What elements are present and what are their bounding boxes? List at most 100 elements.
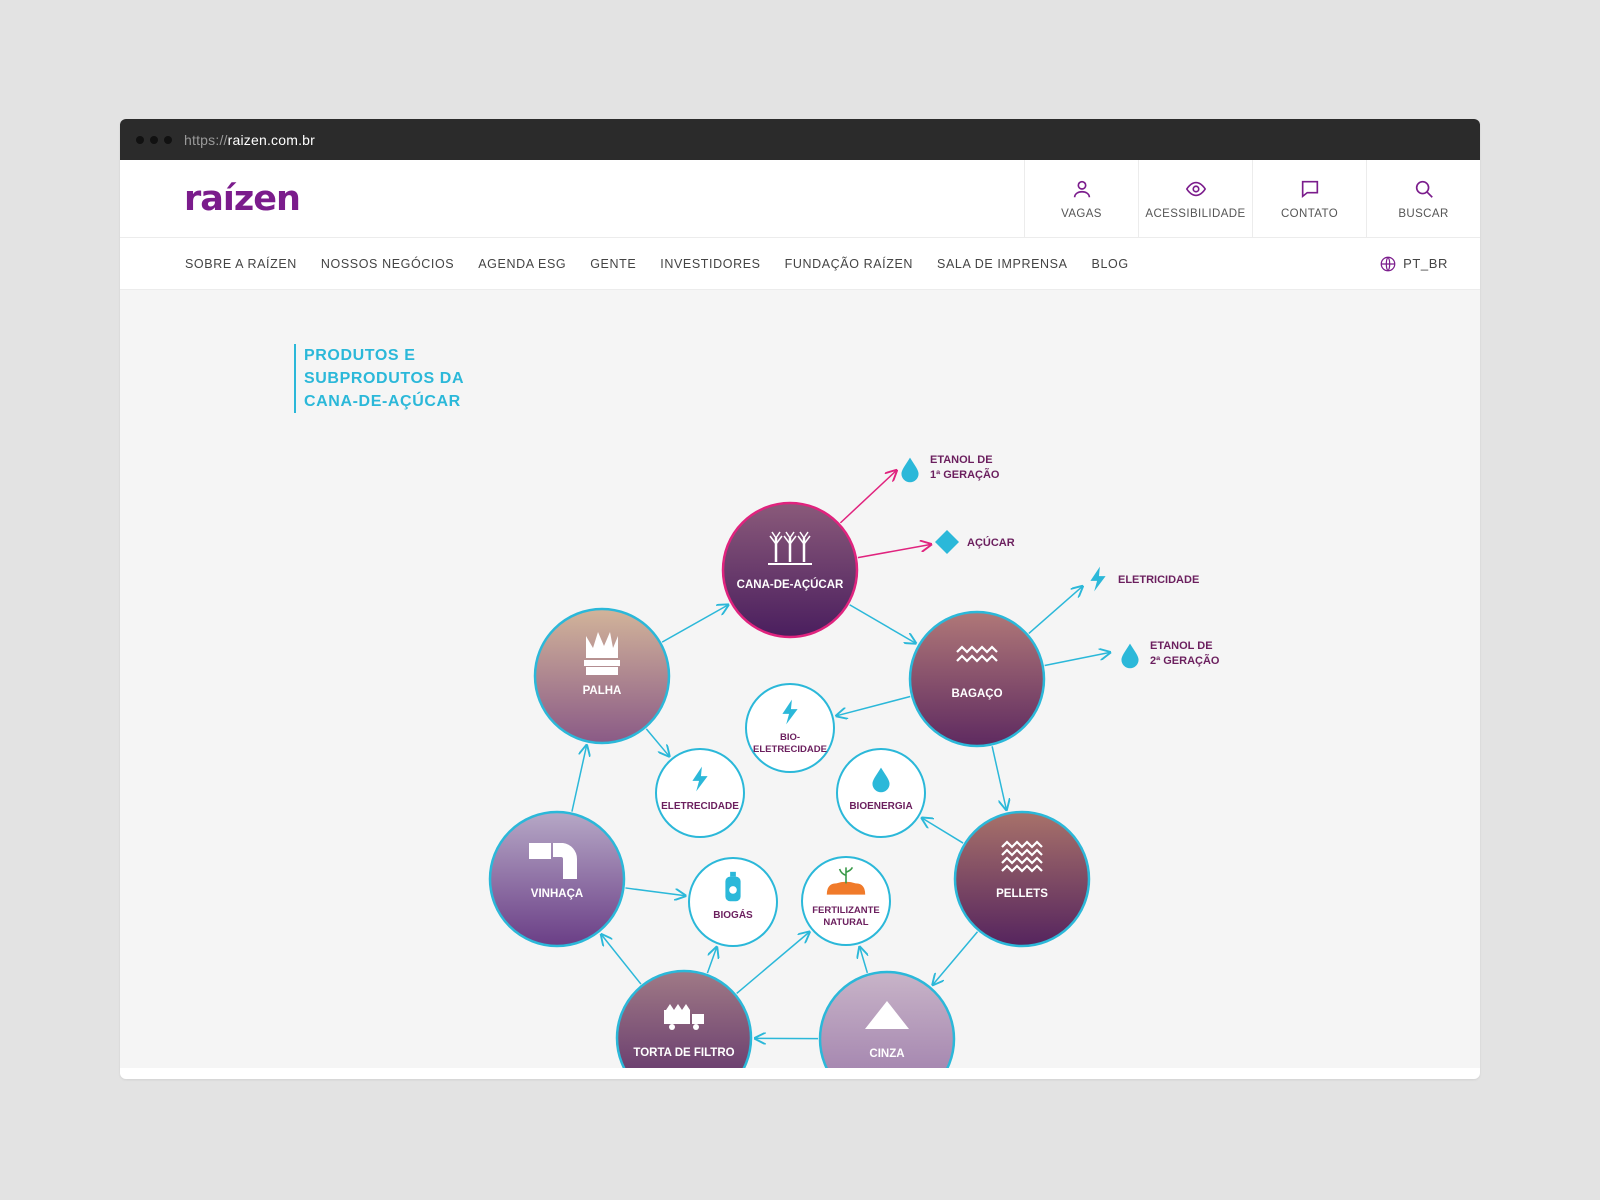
product-arrow-pellets-bioen xyxy=(922,818,964,844)
vagas-button[interactable]: VAGAS xyxy=(1024,160,1138,237)
product-arrow-cinza-fert xyxy=(860,947,868,974)
output-arrow-etanol2 xyxy=(1044,652,1110,667)
nav-item-blog[interactable]: BLOG xyxy=(1092,257,1129,271)
node-palha-label: PALHA xyxy=(583,685,622,697)
node-pellets-label: PELLETS xyxy=(996,888,1048,900)
product-fert-label-1: FERTILIZANTE xyxy=(812,905,880,916)
product-bioelet-label-2: ELETRECIDADE xyxy=(753,744,827,755)
output-arrow-acucar xyxy=(857,544,931,559)
node-cana-label: CANA-DE-AÇÚCAR xyxy=(737,578,844,591)
contato-label: CONTATO xyxy=(1280,207,1339,220)
acessibilidade-label: ACESSIBILIDADE xyxy=(1145,207,1246,220)
output-etanol1-label-2: 1ª GERAÇÃO xyxy=(930,468,1000,481)
output-acucar[interactable]: AÇÚCAR xyxy=(935,530,1015,554)
chat-icon xyxy=(1301,180,1318,198)
output-arrow-etanol1 xyxy=(839,470,896,524)
nav-item-esg[interactable]: AGENDA ESG xyxy=(478,257,566,271)
product-biogas-circle xyxy=(688,857,778,947)
address-bar[interactable]: https://raizen.com.br xyxy=(184,132,315,148)
product-eletr-circle xyxy=(655,748,745,838)
lightning-icon xyxy=(1090,566,1106,592)
output-etanol2-label-1: ETANOL DE xyxy=(1150,640,1213,652)
language-selector[interactable]: PT_BR xyxy=(1379,255,1448,273)
product-arrow-torta-biogas xyxy=(706,947,716,974)
drop-icon xyxy=(1121,643,1139,669)
node-palha-circle xyxy=(533,607,671,745)
cycle-arrow-pellets-cinza xyxy=(933,931,979,985)
buscar-button[interactable]: BUSCAR xyxy=(1366,160,1480,237)
product-biogas-label-1: BIOGÁS xyxy=(713,908,753,921)
browser-window: https://raizen.com.br raízen VAGAS ACESS… xyxy=(120,119,1480,1079)
cycle-arrow-vinhaca-palha xyxy=(571,745,587,812)
url-protocol: https:// xyxy=(184,131,228,148)
node-bagaco[interactable]: BAGAÇO xyxy=(908,610,1046,748)
diamond-icon xyxy=(935,530,959,554)
diagram-section: PRODUTOS E SUBPRODUTOS DA CANA-DE-AÇÚCAR… xyxy=(120,290,1480,1068)
nav-item-investidores[interactable]: INVESTIDORES xyxy=(660,257,760,271)
output-etanol2[interactable]: ETANOL DE 2ª GERAÇÃO xyxy=(1121,640,1220,669)
product-bioelet-label-1: BIO- xyxy=(780,732,800,743)
nav-item-sobre[interactable]: SOBRE A RAÍZEN xyxy=(185,257,297,271)
window-controls xyxy=(136,135,172,144)
output-eletricidade-label-1: ELETRICIDADE xyxy=(1118,574,1199,586)
product-bioen-label-1: BIOENERGIA xyxy=(849,801,912,812)
browser-toolbar: https://raizen.com.br xyxy=(120,119,1480,160)
buscar-label: BUSCAR xyxy=(1398,207,1449,220)
cycle-arrow-bagaco-pellets xyxy=(991,746,1006,809)
window-dot-close[interactable] xyxy=(136,135,144,144)
product-biogas[interactable]: BIOGÁS xyxy=(688,857,778,947)
language-label: PT_BR xyxy=(1403,256,1448,271)
node-cana-circle xyxy=(721,501,859,639)
window-dot-minimize[interactable] xyxy=(150,135,158,144)
product-bioen[interactable]: BIOENERGIA xyxy=(836,748,926,838)
product-arrow-bagaco-bioelet xyxy=(836,695,911,715)
product-fert-label-2: NATURAL xyxy=(823,917,868,928)
main-nav: SOBRE A RAÍZEN NOSSOS NEGÓCIOS AGENDA ES… xyxy=(120,238,1480,290)
nav-item-imprensa[interactable]: SALA DE IMPRENSA xyxy=(937,257,1067,271)
product-arrow-palha-eletr xyxy=(645,728,669,756)
node-torta[interactable]: TORTA DE FILTRO xyxy=(615,969,753,1068)
url-host: raizen.com.br xyxy=(227,131,316,148)
product-arrow-vinhaca-biogas xyxy=(625,887,685,896)
node-cinza[interactable]: CINZA xyxy=(818,970,956,1068)
user-icon xyxy=(1073,180,1090,197)
nav-item-negocios[interactable]: NOSSOS NEGÓCIOS xyxy=(321,257,454,271)
globe-icon xyxy=(1380,256,1396,271)
node-vinhaca-label: VINHAÇA xyxy=(531,888,583,900)
output-etanol1-label-1: ETANOL DE xyxy=(930,454,993,466)
product-fert[interactable]: FERTILIZANTENATURAL xyxy=(801,856,891,946)
product-bioelet-circle xyxy=(745,683,835,773)
output-etanol1[interactable]: ETANOL DE 1ª GERAÇÃO xyxy=(901,454,1000,483)
cycle-arrow-palha-cana xyxy=(661,605,728,643)
raizen-logo[interactable]: raízen xyxy=(184,179,301,219)
site-header: raízen VAGAS ACESSIBILIDADE CONTATO BUSC… xyxy=(120,160,1480,238)
output-etanol2-label-2: 2ª GERAÇÃO xyxy=(1150,654,1220,667)
nav-item-gente[interactable]: GENTE xyxy=(590,257,636,271)
output-eletricidade[interactable]: ELETRICIDADE xyxy=(1090,566,1199,592)
contato-button[interactable]: CONTATO xyxy=(1252,160,1366,237)
output-arrow-eletricidade xyxy=(1028,586,1083,635)
product-bioen-circle xyxy=(836,748,926,838)
product-bioelet[interactable]: BIO-ELETRECIDADE xyxy=(745,683,835,773)
search-icon xyxy=(1415,180,1433,198)
product-eletr-label-1: ELETRECIDADE xyxy=(661,801,739,812)
node-cana[interactable]: CANA-DE-AÇÚCAR xyxy=(721,501,859,639)
node-palha[interactable]: PALHA xyxy=(533,607,671,745)
node-cinza-label: CINZA xyxy=(869,1048,904,1060)
output-acucar-label-1: AÇÚCAR xyxy=(967,536,1015,549)
sugarcane-cycle-diagram: CANA-DE-AÇÚCAR BAGAÇO PELLETS CINZA TORTA DE… xyxy=(488,454,1220,1068)
node-bagaco-label: BAGAÇO xyxy=(951,688,1002,700)
node-pellets[interactable]: PELLETS xyxy=(953,810,1091,948)
node-torta-label: TORTA DE FILTRO xyxy=(633,1047,734,1059)
product-eletr[interactable]: ELETRECIDADE xyxy=(655,748,745,838)
window-dot-maximize[interactable] xyxy=(164,135,172,144)
acessibilidade-button[interactable]: ACESSIBILIDADE xyxy=(1138,160,1252,237)
node-bagaco-circle xyxy=(908,610,1046,748)
node-pellets-circle xyxy=(953,810,1091,948)
eye-icon xyxy=(1185,181,1206,196)
nav-item-fundacao[interactable]: FUNDAÇÃO RAÍZEN xyxy=(785,257,913,271)
node-vinhaca[interactable]: VINHAÇA xyxy=(488,810,626,948)
drop-icon xyxy=(901,457,919,483)
node-vinhaca-circle xyxy=(488,810,626,948)
utility-menu: VAGAS ACESSIBILIDADE CONTATO BUSCAR xyxy=(1024,160,1480,237)
